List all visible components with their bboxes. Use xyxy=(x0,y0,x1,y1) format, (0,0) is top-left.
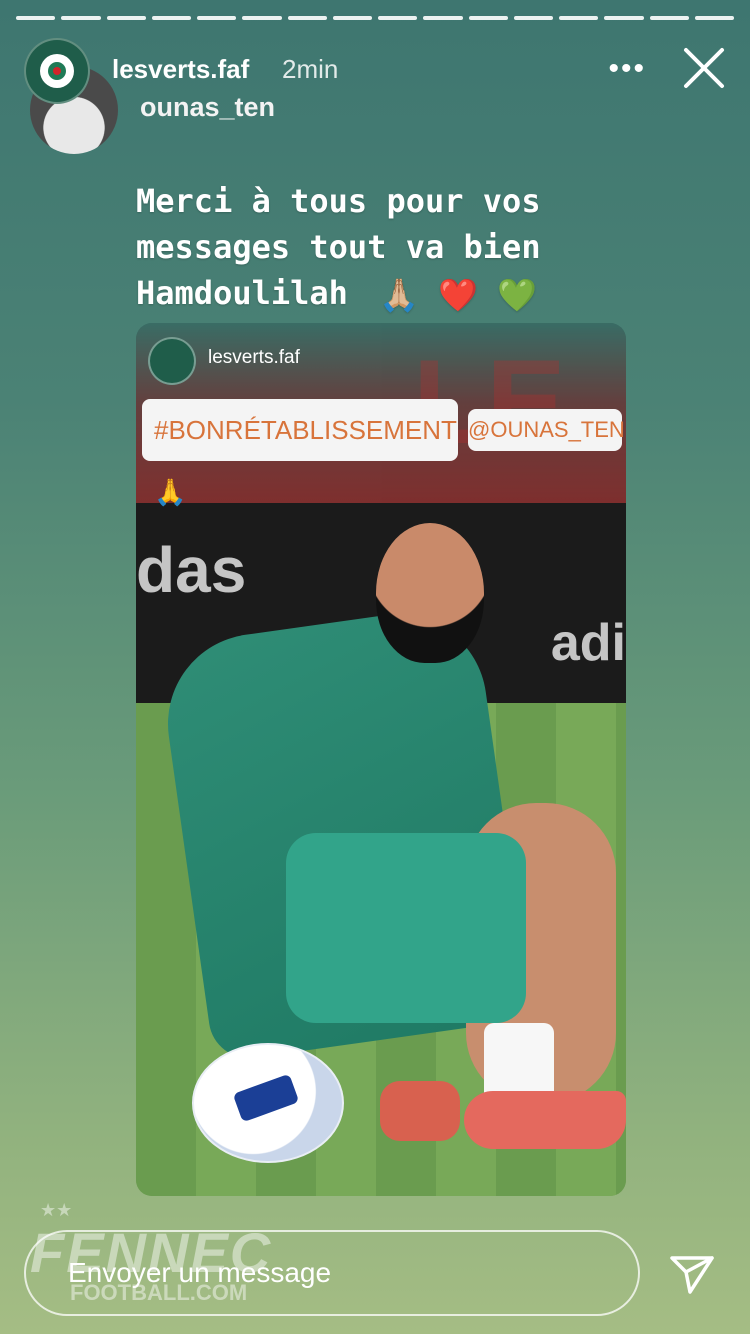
message-input[interactable]: Envoyer un message xyxy=(24,1230,640,1316)
mention-sticker[interactable]: @OUNAS_TEN xyxy=(468,409,625,451)
progress-segment xyxy=(16,16,56,20)
player-head xyxy=(376,523,484,663)
story-caption: Merci à tous pour vos messages tout va b… xyxy=(136,178,696,318)
close-icon[interactable] xyxy=(682,46,726,90)
caption-line: Merci à tous pour vos xyxy=(136,182,541,220)
story-progress-bar xyxy=(16,16,734,20)
progress-segment xyxy=(61,16,101,20)
hashtag-sticker[interactable]: #BONRÉTABLISSEMENT🙏 xyxy=(142,399,458,507)
post-username[interactable]: lesverts.faf xyxy=(208,347,300,369)
story-time: 2min xyxy=(282,54,339,84)
federation-logo-icon xyxy=(40,54,74,88)
progress-segment xyxy=(604,16,644,20)
player-shorts xyxy=(286,833,526,1023)
caption-line: messages tout va bien xyxy=(136,228,541,266)
progress-segment xyxy=(332,16,372,20)
progress-segment xyxy=(378,16,418,20)
progress-segment xyxy=(106,16,146,20)
progress-segment xyxy=(694,16,734,20)
account-username[interactable]: lesverts.faf xyxy=(112,54,249,85)
reposted-username[interactable]: ounas_ten xyxy=(140,92,275,123)
progress-segment xyxy=(423,16,463,20)
caption-emojis: 🙏🏼 ❤️ 💚 xyxy=(379,274,537,314)
board-logo-left: das xyxy=(136,534,247,606)
progress-segment xyxy=(559,16,599,20)
green-heart-icon: 💚 xyxy=(497,276,538,314)
progress-segment xyxy=(649,16,689,20)
progress-segment xyxy=(151,16,191,20)
post-avatar[interactable] xyxy=(148,337,196,385)
progress-segment xyxy=(242,16,282,20)
progress-segment xyxy=(197,16,237,20)
send-icon[interactable] xyxy=(666,1248,718,1300)
board-logo-right: adi xyxy=(550,614,626,672)
player-shoe xyxy=(464,1091,626,1149)
praying-hands-icon: 🙏🏼 xyxy=(379,276,420,314)
red-heart-icon: ❤️ xyxy=(438,276,479,314)
account-avatar[interactable] xyxy=(24,38,90,104)
progress-segment xyxy=(468,16,508,20)
caption-line: Hamdoulilah xyxy=(136,274,348,312)
story-header: lesverts.faf 2min ounas_ten ••• xyxy=(24,38,726,158)
progress-segment xyxy=(287,16,327,20)
progress-segment xyxy=(513,16,553,20)
shared-post[interactable]: LE das adi lesverts.faf #BONRÉTABLISSEME… xyxy=(136,323,626,1196)
watermark-stars: ★★ xyxy=(40,1200,73,1220)
player-shoe xyxy=(380,1081,460,1141)
more-icon[interactable]: ••• xyxy=(608,52,646,86)
